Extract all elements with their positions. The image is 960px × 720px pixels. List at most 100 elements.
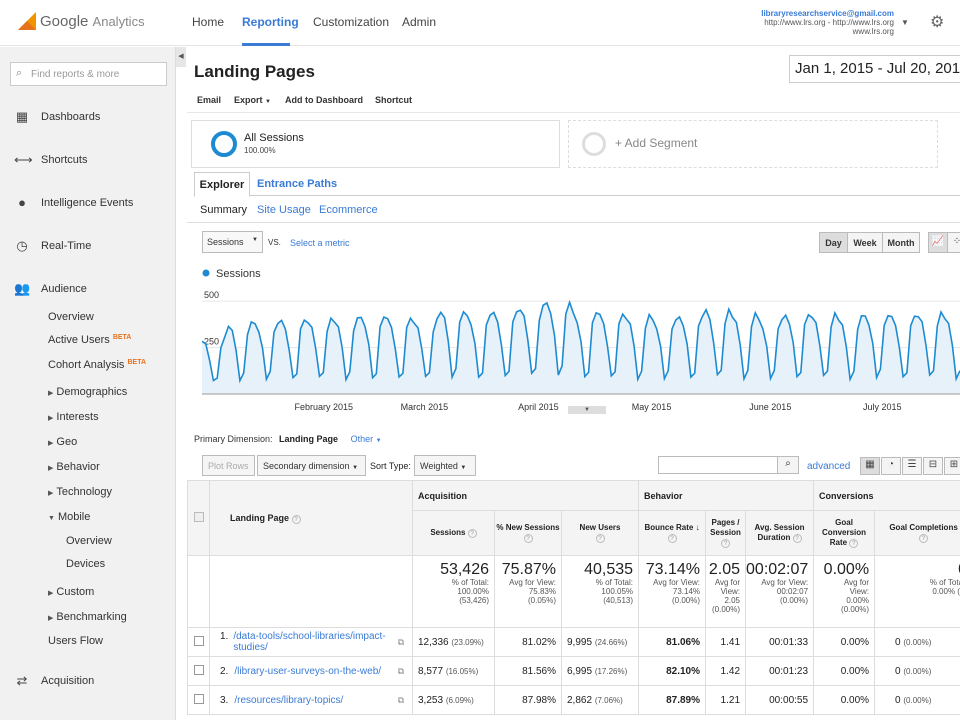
primary-dimension-value[interactable]: Landing Page: [279, 434, 338, 444]
table-row[interactable]: 3. /resources/library-topics/ ⧉ 3,253 (6.09…: [187, 685, 960, 715]
help-icon[interactable]: ?: [849, 539, 859, 548]
week-button[interactable]: Week: [847, 232, 883, 253]
sidebar-sub-geo[interactable]: ▶ Geo: [48, 436, 77, 448]
nav-customization[interactable]: Customization: [313, 15, 389, 29]
sidebar-sub-benchmarking[interactable]: ▶ Benchmarking: [48, 611, 127, 623]
line-chart-icon[interactable]: 📈: [928, 232, 948, 253]
select-all-checkbox[interactable]: [193, 512, 204, 522]
help-icon[interactable]: ?: [467, 529, 477, 538]
sidebar-item-dashboards[interactable]: ▦ Dashboards: [14, 109, 174, 127]
data-table-view-icon[interactable]: ▦: [860, 457, 880, 475]
landing-page-link[interactable]: /library-user-surveys-on-the-web/: [234, 666, 381, 677]
landing-page-link[interactable]: /resources/library-topics/: [234, 695, 343, 706]
report-tabs: Explorer Entrance Paths: [194, 172, 960, 197]
open-external-icon[interactable]: ⧉: [398, 695, 404, 706]
sidebar-sub-mobile-overview[interactable]: Overview: [66, 535, 112, 547]
help-icon[interactable]: ?: [792, 534, 802, 543]
other-dimension-link[interactable]: Other ▼: [351, 434, 382, 444]
settings-gear-icon[interactable]: ⚙: [930, 12, 944, 32]
sidebar-sub-mobile-devices[interactable]: Devices: [66, 558, 105, 570]
table-row[interactable]: 2. /library-user-surveys-on-the-web/ ⧉ 8,57…: [187, 656, 960, 686]
tab-explorer[interactable]: Explorer: [194, 172, 250, 197]
col-header-goal-conversion-rate[interactable]: Goal Conversion Rate ?: [813, 510, 876, 556]
help-icon[interactable]: ?: [291, 514, 301, 524]
row-checkbox[interactable]: [193, 635, 204, 646]
sidebar-sub-mobile[interactable]: ▼ Mobile: [48, 511, 90, 523]
sort-type-select[interactable]: Weighted ▼: [414, 455, 476, 476]
help-icon[interactable]: ?: [595, 534, 605, 543]
shortcut-arrows-icon: ⟷: [14, 152, 33, 167]
secondary-dimension-select[interactable]: Secondary dimension ▼: [257, 455, 366, 476]
nav-admin[interactable]: Admin: [402, 15, 436, 29]
sidebar-sub-custom[interactable]: ▶ Custom: [48, 586, 94, 598]
report-search-input[interactable]: ⌕ Find reports & more: [10, 62, 167, 86]
open-external-icon[interactable]: ⧉: [398, 637, 404, 648]
sidebar-sub-behavior[interactable]: ▶ Behavior: [48, 461, 100, 473]
sidebar-sub-cohort-analysis[interactable]: Cohort Analysis BETA: [48, 359, 146, 371]
landing-page-link[interactable]: /data-tools/school-libraries/impact-stud…: [233, 631, 397, 653]
landing-page-header[interactable]: Landing Page ?: [209, 480, 413, 556]
pivot-view-icon[interactable]: ⊞: [944, 457, 960, 475]
account-dropdown-icon[interactable]: ▼: [901, 18, 909, 27]
cell-percent: (7.06%): [594, 695, 623, 705]
total-caption: (0.00%): [712, 605, 741, 614]
plot-rows-button[interactable]: Plot Rows: [202, 455, 255, 476]
motion-chart-icon[interactable]: ⁘: [947, 232, 960, 253]
performance-view-icon[interactable]: ☰: [902, 457, 922, 475]
subtab-ecommerce[interactable]: Ecommerce: [319, 204, 378, 216]
col-header-bounce-rate[interactable]: Bounce Rate ↓ ?: [638, 510, 707, 556]
sidebar-sub-interests[interactable]: ▶ Interests: [48, 411, 99, 423]
select-metric-link[interactable]: Select a metric: [290, 238, 350, 248]
help-icon[interactable]: ?: [721, 539, 731, 548]
sidebar-item-audience[interactable]: 👥 Audience: [14, 281, 174, 299]
export-button[interactable]: Export ▼: [234, 95, 271, 105]
subtab-summary[interactable]: Summary: [200, 204, 247, 216]
help-icon[interactable]: ?: [667, 534, 677, 543]
product-logo[interactable]: Google Analytics: [40, 13, 145, 30]
add-segment-button[interactable]: + Add Segment: [568, 120, 938, 168]
sidebar-item-shortcuts[interactable]: ⟷ Shortcuts: [14, 152, 174, 170]
nav-reporting[interactable]: Reporting: [242, 15, 299, 29]
date-range-picker[interactable]: Jan 1, 2015 - Jul 20, 2015: [789, 55, 960, 83]
col-header-pages-per-session[interactable]: Pages / Session?: [705, 510, 747, 556]
nav-home[interactable]: Home: [192, 15, 224, 29]
col-header-goal-completions[interactable]: Goal Completions?: [874, 510, 960, 556]
collapse-sidebar-button[interactable]: ◀: [176, 47, 186, 67]
email-button[interactable]: Email: [197, 95, 221, 105]
sidebar-sub-demographics[interactable]: ▶ Demographics: [48, 386, 127, 398]
advanced-filter-link[interactable]: advanced: [807, 461, 850, 472]
month-button[interactable]: Month: [882, 232, 920, 253]
sidebar-sub-active-users[interactable]: Active Users BETA: [48, 334, 131, 346]
sidebar-item-acquisition[interactable]: ⇄ Acquisition: [14, 673, 174, 691]
metric-select[interactable]: Sessions ▼: [202, 231, 263, 253]
sidebar-label: Shortcuts: [41, 154, 88, 166]
sidebar-item-real-time[interactable]: ◷ Real-Time: [14, 238, 174, 256]
pie-view-icon[interactable]: ◔: [881, 457, 901, 475]
sidebar-sub-overview[interactable]: Overview: [48, 311, 94, 323]
add-to-dashboard-button[interactable]: Add to Dashboard: [285, 95, 363, 105]
help-icon[interactable]: ?: [919, 534, 929, 543]
subtab-site-usage[interactable]: Site Usage: [257, 204, 311, 216]
chart-resize-handle[interactable]: ▼: [568, 406, 606, 414]
segment-all-sessions[interactable]: All Sessions 100.00%: [191, 120, 560, 168]
search-icon[interactable]: ⌕: [777, 456, 799, 474]
tab-entrance-paths[interactable]: Entrance Paths: [257, 178, 337, 190]
table-row[interactable]: 1. /data-tools/school-libraries/impact-st…: [187, 627, 960, 657]
col-header-sessions[interactable]: Sessions ?: [412, 510, 495, 556]
open-external-icon[interactable]: ⧉: [398, 666, 404, 677]
shortcut-button[interactable]: Shortcut: [375, 95, 412, 105]
row-checkbox[interactable]: [193, 693, 204, 704]
sidebar-item-intelligence-events[interactable]: ● Intelligence Events: [14, 195, 174, 213]
day-button[interactable]: Day: [819, 232, 848, 253]
sidebar-sub-users-flow[interactable]: Users Flow: [48, 635, 103, 647]
account-selector[interactable]: libraryresearchservice@gmail.com http://…: [761, 9, 894, 36]
sidebar-sub-technology[interactable]: ▶ Technology: [48, 486, 112, 498]
help-icon[interactable]: ?: [523, 534, 533, 543]
comparison-view-icon[interactable]: ⊟: [923, 457, 943, 475]
col-header-new-sessions[interactable]: % New Sessions?: [494, 510, 562, 556]
table-filter-input[interactable]: [658, 456, 778, 474]
row-checkbox[interactable]: [193, 664, 204, 675]
expand-triangle-icon: ▶: [48, 390, 54, 397]
col-header-avg-session-duration[interactable]: Avg. Session Duration ?: [745, 510, 815, 556]
col-header-new-users[interactable]: New Users?: [560, 510, 640, 556]
